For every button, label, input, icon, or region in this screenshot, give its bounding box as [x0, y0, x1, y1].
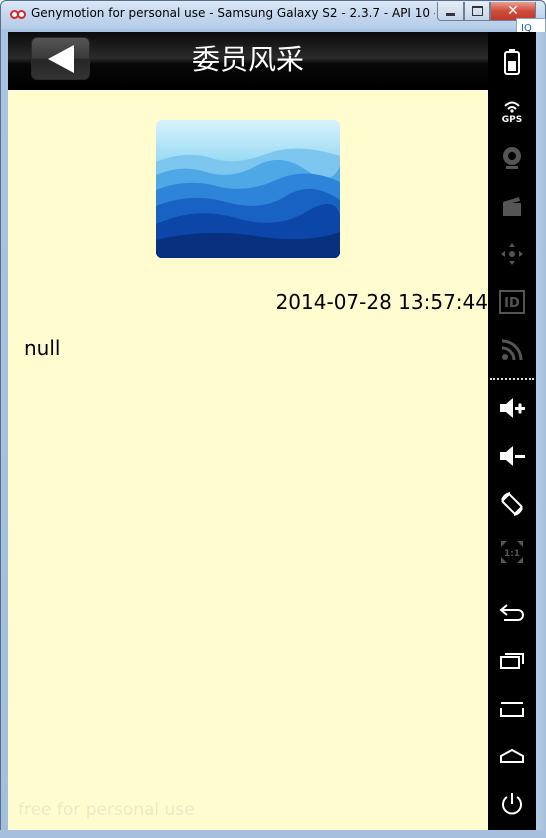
- emulator-toolbar: GPS ID 1:1: [488, 32, 536, 830]
- pixel-perfect-button[interactable]: 1:1: [492, 536, 532, 568]
- network-button[interactable]: [492, 334, 532, 366]
- rotate-button[interactable]: [492, 488, 532, 520]
- watermark-text: free for personal use: [18, 800, 195, 820]
- rotate-icon: [501, 492, 523, 516]
- menu-button[interactable]: [492, 692, 532, 724]
- battery-button[interactable]: [492, 46, 532, 78]
- android-back-button[interactable]: [492, 596, 532, 628]
- remote-control-button[interactable]: [492, 238, 532, 270]
- genymotion-logo-icon: [10, 9, 26, 21]
- power-icon: [502, 793, 522, 815]
- id-icon: ID: [499, 290, 525, 314]
- minimize-button[interactable]: [437, 2, 464, 21]
- webcam-button[interactable]: [492, 142, 532, 174]
- member-photo: [156, 120, 340, 258]
- volume-up-icon: [500, 398, 525, 418]
- window-title: Genymotion for personal use - Samsung Ga…: [31, 6, 435, 20]
- network-icon: [501, 339, 523, 361]
- recent-apps-icon: [500, 653, 524, 669]
- home-button[interactable]: [492, 740, 532, 772]
- home-icon: [500, 748, 524, 763]
- window-titlebar[interactable]: Genymotion for personal use - Samsung Ga…: [1, 1, 545, 29]
- recent-apps-button[interactable]: [492, 644, 532, 676]
- screencast-icon: [503, 197, 521, 216]
- window-bottom-frame: [0, 830, 546, 838]
- back-button[interactable]: [31, 37, 90, 80]
- remote-control-icon: [501, 243, 523, 265]
- pixel-perfect-label: 1:1: [504, 549, 520, 559]
- webcam-icon: [503, 147, 521, 169]
- maximize-button[interactable]: [464, 2, 490, 21]
- gps-button[interactable]: GPS: [492, 94, 532, 126]
- menu-icon: [500, 702, 524, 717]
- gps-label: GPS: [502, 115, 522, 123]
- power-button[interactable]: [492, 788, 532, 820]
- volume-up-button[interactable]: [492, 392, 532, 424]
- screencast-button[interactable]: [492, 190, 532, 222]
- back-arrow-icon: [47, 44, 74, 73]
- page-title: 委员风采: [191, 43, 304, 76]
- gps-icon: GPS: [502, 101, 522, 123]
- battery-icon: [504, 49, 520, 75]
- android-screen: 委员风采 2014-07-28 13:57:44 null free for p…: [8, 32, 488, 830]
- volume-down-icon: [500, 446, 525, 466]
- window-right-frame: [536, 32, 546, 830]
- pixel-perfect-icon: 1:1: [501, 541, 523, 563]
- publish-timestamp: 2014-07-28 13:57:44: [275, 290, 488, 314]
- device-id-button[interactable]: ID: [492, 286, 532, 318]
- volume-down-button[interactable]: [492, 440, 532, 472]
- action-bar: 委员风采: [8, 32, 488, 90]
- back-icon: [499, 604, 524, 621]
- article-content: null: [24, 336, 61, 360]
- toolbar-divider: [490, 378, 534, 380]
- id-label: ID: [504, 296, 520, 311]
